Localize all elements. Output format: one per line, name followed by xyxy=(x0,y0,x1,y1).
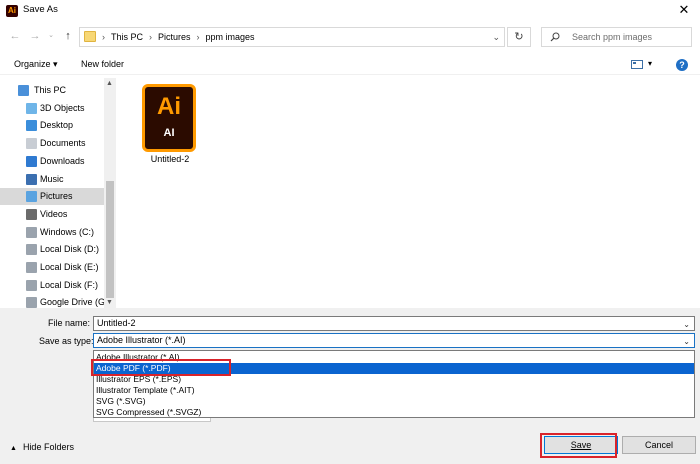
save-type-option[interactable]: SVG (*.SVG) xyxy=(94,396,694,407)
sidebar-item-local-disk-d[interactable]: Local Disk (D:) xyxy=(0,241,104,258)
refresh-icon: ↻ xyxy=(514,31,524,43)
breadcrumb-ppm-images[interactable]: ppm images xyxy=(206,32,255,42)
folder-icon xyxy=(84,31,96,42)
new-folder-button[interactable]: New folder xyxy=(81,59,124,69)
sidebar-item-google-drive-g[interactable]: Google Drive (G: xyxy=(0,294,108,308)
sidebar-item-label: Downloads xyxy=(40,155,85,166)
sidebar-item-label: Google Drive (G: xyxy=(40,297,108,308)
refresh-button[interactable]: ↻ xyxy=(507,27,531,47)
view-options-icon[interactable] xyxy=(631,60,643,69)
illustrator-app-icon: Ai xyxy=(6,5,18,17)
search-icon xyxy=(550,32,560,42)
sidebar-item-label: Desktop xyxy=(40,120,74,131)
file-name-label-text: File name: xyxy=(48,318,91,328)
search-input[interactable]: Search ppm images xyxy=(541,27,692,47)
command-toolbar: Organize ▾ New folder ▾ ? xyxy=(0,55,700,75)
scroll-up-icon[interactable]: ▲ xyxy=(106,80,113,87)
help-icon[interactable]: ? xyxy=(676,59,688,71)
hide-folders-label: Hide Folders xyxy=(22,442,74,452)
drive-icon xyxy=(26,297,37,308)
music-icon xyxy=(26,173,37,185)
navigation-pane: This PC 3D Objects Desktop Documents Downloa… xyxy=(0,78,116,308)
window-title: Save As xyxy=(23,4,58,15)
videos-icon xyxy=(26,208,37,220)
sidebar-item-label: Music xyxy=(40,173,64,184)
sidebar-item-label: Local Disk (E:) xyxy=(40,262,99,272)
illustrator-file-icon: Ai AI xyxy=(142,84,196,152)
view-dropdown-icon[interactable]: ▾ xyxy=(648,59,652,68)
sidebar-item-label: Documents xyxy=(40,138,86,149)
scroll-down-icon[interactable]: ▼ xyxy=(106,299,113,306)
save-type-label-text: Save as type: xyxy=(39,336,94,346)
desktop-icon xyxy=(26,120,37,132)
up-arrow-icon[interactable]: ↑ xyxy=(61,29,75,43)
save-type-value: Adobe Illustrator (*.AI) xyxy=(97,335,186,345)
nav-scrollbar[interactable]: ▲ ▼ xyxy=(104,78,116,308)
sidebar-item-music[interactable]: Music xyxy=(0,171,104,188)
dropdown-bottom-edge xyxy=(93,418,211,422)
sidebar-item-label: Local Disk (D:) xyxy=(40,244,100,255)
chevron-down-icon[interactable]: ⌄ xyxy=(683,318,690,331)
address-dropdown-icon[interactable]: ⌄ xyxy=(492,32,500,43)
breadcrumb-pictures[interactable]: Pictures xyxy=(158,32,191,42)
sidebar-item-local-disk-e[interactable]: Local Disk (E:) xyxy=(0,259,104,276)
address-bar[interactable]: › This PC › Pictures › ppm images ⌄ xyxy=(79,27,505,47)
3d-objects-icon xyxy=(26,102,37,114)
pictures-icon xyxy=(26,191,37,203)
file-name-value: Untitled-2 xyxy=(97,318,136,328)
drive-icon xyxy=(26,279,37,291)
sidebar-item-this-pc[interactable]: This PC xyxy=(0,82,104,99)
drive-icon xyxy=(26,226,37,238)
cancel-button[interactable]: Cancel xyxy=(622,436,696,454)
save-type-option[interactable]: Illustrator Template (*.AIT) xyxy=(94,385,694,396)
sidebar-item-local-disk-f[interactable]: Local Disk (F:) xyxy=(0,277,104,294)
annotation-highlight-save xyxy=(540,433,617,458)
search-placeholder: Search ppm images xyxy=(572,32,653,42)
title-bar: Ai Save As ✕ xyxy=(0,0,700,22)
downloads-icon xyxy=(26,155,37,167)
close-icon[interactable]: ✕ xyxy=(676,2,692,18)
chevron-down-icon[interactable]: ⌄ xyxy=(683,335,690,348)
breadcrumb: › This PC › Pictures › ppm images xyxy=(102,32,255,42)
recent-locations-chevron-icon[interactable]: ⌄ xyxy=(44,29,58,43)
sidebar-item-documents[interactable]: Documents xyxy=(0,135,104,152)
sidebar-item-label: Windows (C:) xyxy=(40,226,95,237)
file-name-label: Untitled-2 xyxy=(150,154,190,164)
hide-folders-button[interactable]: ▲ Hide Folders xyxy=(10,442,74,452)
sidebar-item-pictures[interactable]: Pictures xyxy=(0,188,104,206)
sidebar-item-label: Pictures xyxy=(40,191,73,202)
organize-button[interactable]: Organize ▾ xyxy=(14,59,58,70)
documents-icon xyxy=(26,138,37,150)
annotation-highlight-pdf xyxy=(91,359,231,376)
sidebar-item-desktop[interactable]: Desktop xyxy=(0,117,104,134)
drive-icon xyxy=(26,262,37,273)
breadcrumb-this-pc[interactable]: This PC xyxy=(111,32,143,42)
file-name-field[interactable]: Untitled-2 ⌄ xyxy=(93,316,695,331)
caret-up-icon: ▲ xyxy=(10,445,17,452)
back-arrow-icon[interactable]: ← xyxy=(8,29,22,43)
save-as-dialog: Ai Save As ✕ ← → ⌄ ↑ › This PC › Pictures › p… xyxy=(0,0,700,464)
scrollbar-thumb[interactable] xyxy=(106,181,114,298)
drive-icon xyxy=(26,244,37,256)
pc-icon xyxy=(18,85,29,96)
sidebar-item-downloads[interactable]: Downloads xyxy=(0,153,104,170)
file-item[interactable]: Ai AI Untitled-2 xyxy=(140,84,200,168)
sidebar-item-3d-objects[interactable]: 3D Objects xyxy=(0,100,104,117)
sidebar-item-windows-c[interactable]: Windows (C:) xyxy=(0,224,104,241)
sidebar-item-label: Videos xyxy=(40,208,68,219)
save-as-type-select[interactable]: Adobe Illustrator (*.AI) ⌄ xyxy=(93,333,695,348)
sidebar-item-label: Local Disk (F:) xyxy=(40,279,99,290)
save-type-option[interactable]: SVG Compressed (*.SVGZ) xyxy=(94,407,694,418)
forward-arrow-icon[interactable]: → xyxy=(28,29,42,43)
sidebar-item-label: 3D Objects xyxy=(40,102,85,113)
sidebar-item-label: This PC xyxy=(34,85,67,95)
sidebar-item-videos[interactable]: Videos xyxy=(0,206,104,223)
